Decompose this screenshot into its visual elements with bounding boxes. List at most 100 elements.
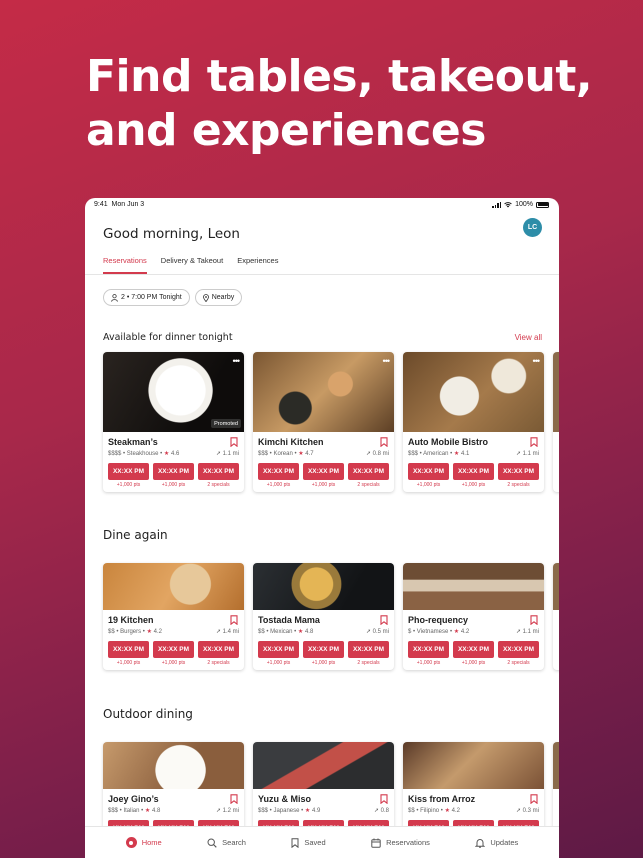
time-slot-button[interactable]: XX:XX PM: [153, 463, 194, 480]
time-slot-button[interactable]: XX:XX PM: [408, 463, 449, 480]
time-slot: XX:XX PM +1,000 pts: [153, 463, 194, 488]
tabbar-reservations[interactable]: Reservations: [371, 838, 430, 848]
tabbar-search[interactable]: Search: [207, 837, 246, 848]
navigation-arrow-icon: ➚: [373, 808, 381, 814]
bookmark-icon[interactable]: [530, 615, 538, 625]
bookmark-icon[interactable]: [380, 615, 388, 625]
avatar[interactable]: LC: [523, 218, 542, 237]
rating: 4.8: [304, 629, 314, 635]
price-cuisine: $$ • Burgers •: [108, 629, 147, 635]
time-slot-button[interactable]: XX:XX PM: [498, 463, 539, 480]
restaurant-photo: [403, 742, 544, 789]
time-slot: XX:XX PM 2 specials: [198, 463, 239, 488]
tab-reservations[interactable]: Reservations: [103, 256, 147, 274]
restaurant-card[interactable]: ••• Kimchi Kitchen $$$ • Korean • ★ 4.7 ➚ 0…: [253, 352, 394, 492]
restaurant-meta: $ • Vietnamese • ★ 4.2 ➚ 1.1 mi: [408, 628, 539, 635]
time-slot-perk: +1,000 pts: [161, 482, 186, 488]
time-slot-perk: +1,000 pts: [461, 482, 486, 488]
bookmark-icon[interactable]: [530, 437, 538, 447]
time-slot-button[interactable]: XX:XX PM: [408, 641, 449, 658]
more-options-icon[interactable]: •••: [383, 356, 391, 366]
time-slot: XX:XX PM +1,000 pts: [108, 641, 149, 666]
time-slot-button[interactable]: XX:XX PM: [453, 463, 494, 480]
time-slot-perk: +1,000 pts: [266, 660, 291, 666]
time-slot-button[interactable]: XX:XX PM: [198, 641, 239, 658]
bookmark-icon[interactable]: [380, 794, 388, 804]
section-title-dine-again: Dine again: [103, 528, 168, 542]
time-slot-button[interactable]: XX:XX PM: [198, 463, 239, 480]
navigation-arrow-icon: ➚: [515, 808, 523, 814]
person-icon: [111, 293, 118, 302]
battery-icon: [536, 201, 549, 208]
restaurant-photo: •••: [253, 352, 394, 432]
bookmark-icon[interactable]: [230, 437, 238, 447]
time-slot-button[interactable]: XX:XX PM: [108, 641, 149, 658]
restaurant-card[interactable]: ••• Auto Mobile Bistro $$$ • American • ★ …: [403, 352, 544, 492]
time-slot-perk: +1,000 pts: [416, 482, 441, 488]
time-slot-button[interactable]: XX:XX PM: [348, 463, 389, 480]
card-body: Steakman’s $$$$ • Steakhouse • ★ 4.6 ➚ 1.1…: [103, 432, 244, 492]
restaurant-card[interactable]: Pho-requency $ • Vietnamese • ★ 4.2 ➚ 1.1 …: [403, 563, 544, 670]
navigation-arrow-icon: ➚: [365, 451, 373, 457]
location-chip[interactable]: Nearby: [194, 289, 243, 306]
time-slot-button[interactable]: XX:XX PM: [348, 641, 389, 658]
restaurant-name: 19 Kitchen: [108, 615, 154, 625]
restaurant-card[interactable]: 19 Kitchen $$ • Burgers • ★ 4.2 ➚ 1.4 mi XX…: [103, 563, 244, 670]
time-slot-button[interactable]: XX:XX PM: [303, 641, 344, 658]
time-slot: XX:XX PM +1,000 pts: [258, 641, 299, 666]
more-options-icon[interactable]: •••: [533, 356, 541, 366]
time-slot-perk: +1,000 pts: [461, 660, 486, 666]
time-slot-button[interactable]: XX:XX PM: [498, 641, 539, 658]
navigation-arrow-icon: ➚: [215, 451, 223, 457]
time-slot: XX:XX PM +1,000 pts: [108, 463, 149, 488]
bookmark-icon[interactable]: [230, 615, 238, 625]
restaurant-name: Steakman’s: [108, 437, 158, 447]
restaurant-photo: [553, 563, 559, 610]
bookmark-icon[interactable]: [230, 794, 238, 804]
navigation-arrow-icon: ➚: [365, 629, 373, 635]
navigation-arrow-icon: ➚: [215, 808, 223, 814]
time-slot-button[interactable]: XX:XX PM: [108, 463, 149, 480]
tabbar-saved[interactable]: Saved: [291, 837, 326, 848]
party-time-chip[interactable]: 2 • 7:00 PM Tonight: [103, 289, 190, 306]
rating: 4.2: [460, 629, 470, 635]
star-icon: ★: [146, 629, 154, 635]
restaurant-meta: $$$ • Italian • ★ 4.8 ➚ 1.2 mi: [108, 807, 239, 814]
restaurant-card-peek[interactable]: [553, 563, 559, 670]
bookmark-icon[interactable]: [530, 794, 538, 804]
time-slot-button[interactable]: XX:XX PM: [453, 641, 494, 658]
time-slot-button[interactable]: XX:XX PM: [258, 641, 299, 658]
tab-divider: [85, 274, 559, 275]
tab-delivery-takeout[interactable]: Delivery & Takeout: [161, 256, 223, 274]
restaurant-card[interactable]: ••• Promoted Steakman’s $$$$ • Steakhouse •…: [103, 352, 244, 492]
card-body: Auto Mobile Bistro $$$ • American • ★ 4.1…: [403, 432, 544, 492]
dine-again-row: 19 Kitchen $$ • Burgers • ★ 4.2 ➚ 1.4 mi XX…: [103, 563, 559, 670]
time-slot-perk: 2 specials: [507, 660, 530, 666]
section-title-outdoor: Outdoor dining: [103, 707, 193, 721]
time-slot-button[interactable]: XX:XX PM: [303, 463, 344, 480]
view-all-link[interactable]: View all: [515, 333, 542, 342]
time-slot-button[interactable]: XX:XX PM: [258, 463, 299, 480]
bookmark-icon[interactable]: [380, 437, 388, 447]
price-cuisine: $$$$ • Steakhouse •: [108, 451, 164, 457]
star-icon: ★: [163, 451, 171, 457]
restaurant-photo: •••: [403, 352, 544, 432]
restaurant-meta: $$ • Burgers • ★ 4.2 ➚ 1.4 mi: [108, 628, 239, 635]
filter-chips: 2 • 7:00 PM Tonight Nearby: [103, 289, 243, 306]
restaurant-card[interactable]: Tostada Mama $$ • Mexican • ★ 4.8 ➚ 0.5 mi…: [253, 563, 394, 670]
restaurant-card-peek[interactable]: [553, 352, 559, 492]
tab-experiences[interactable]: Experiences: [237, 256, 278, 274]
more-options-icon[interactable]: •••: [233, 356, 241, 366]
time-slot: XX:XX PM 2 specials: [498, 641, 539, 666]
rating: 4.6: [170, 451, 180, 457]
time-slot-button[interactable]: XX:XX PM: [153, 641, 194, 658]
time-slot-perk: +1,000 pts: [266, 482, 291, 488]
restaurant-name: Kimchi Kitchen: [258, 437, 324, 447]
restaurant-photo: ••• Promoted: [103, 352, 244, 432]
headline-line-2: and experiences: [86, 105, 486, 156]
distance: 0.8 mi: [372, 451, 389, 457]
tabbar-home[interactable]: Home: [125, 837, 162, 848]
status-bar: 9:41 Mon Jun 3 100%: [85, 198, 559, 212]
tabbar-updates[interactable]: Updates: [475, 838, 518, 848]
time-slot: XX:XX PM +1,000 pts: [153, 641, 194, 666]
